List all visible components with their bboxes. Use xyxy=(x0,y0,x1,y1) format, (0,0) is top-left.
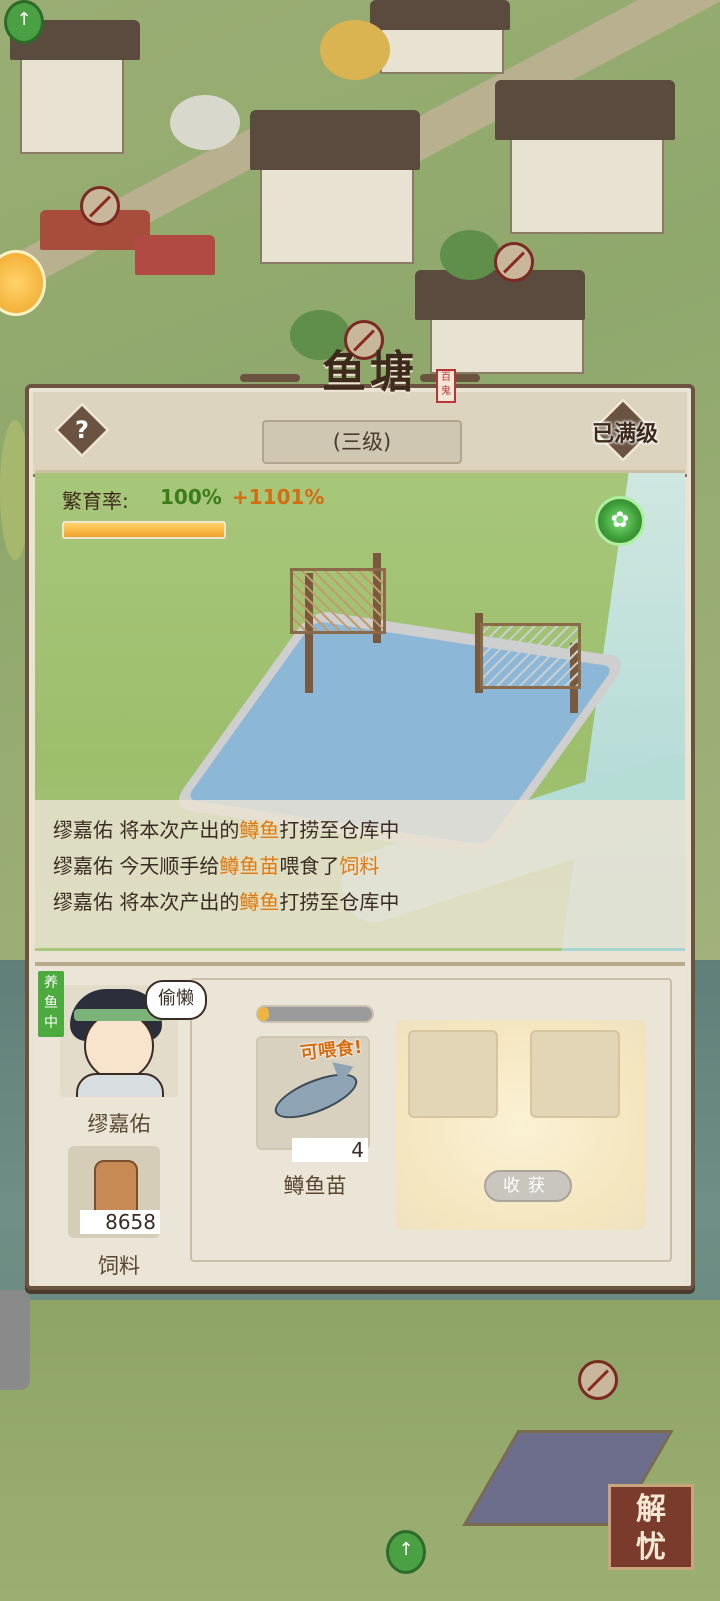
no-entry-icon[interactable] xyxy=(80,186,120,226)
no-entry-icon[interactable] xyxy=(578,1360,618,1400)
feed-label: 饲料 xyxy=(98,1254,140,1278)
upgrade-pin-icon[interactable]: ↑ xyxy=(4,0,44,44)
harvest-slot[interactable] xyxy=(530,1030,620,1118)
log-line: 缪嘉佑 将本次产出的鳟鱼打捞至仓库中 xyxy=(53,818,400,842)
feed-sack-icon xyxy=(94,1160,138,1216)
avatar-shirt xyxy=(76,1073,164,1097)
worker-status-badge: 养鱼中 xyxy=(38,971,64,1037)
tree xyxy=(170,95,240,150)
breeding-rate-value: 100% xyxy=(160,485,222,509)
log-line: 缪嘉佑 将本次产出的鳟鱼打捞至仓库中 xyxy=(53,890,400,914)
market-stall[interactable] xyxy=(135,235,215,275)
tree xyxy=(320,20,390,80)
roof xyxy=(250,110,420,170)
upgrade-pin-icon[interactable]: ↑ xyxy=(386,1530,426,1574)
fry-count: 4 xyxy=(292,1138,368,1162)
max-level-label: 已满级 xyxy=(591,422,658,447)
no-entry-icon[interactable] xyxy=(494,242,534,282)
relief-label-1: 解 xyxy=(636,1492,666,1527)
harvest-slot[interactable] xyxy=(408,1030,498,1118)
relief-label-2: 忧 xyxy=(636,1530,666,1565)
max-level-badge: 已满级 xyxy=(580,397,670,463)
question-icon: ? xyxy=(75,416,89,444)
boost-icon[interactable]: ✿ xyxy=(595,496,645,546)
worker-name: 缪嘉佑 xyxy=(87,1112,151,1136)
harvest-button[interactable]: 收获 xyxy=(484,1170,572,1202)
breeding-rate-label: 繁育率: xyxy=(62,489,129,513)
relief-button[interactable]: 解 忧 xyxy=(608,1484,694,1570)
worker-thought-bubble: 偷懒 xyxy=(145,980,207,1020)
title-swirl-left xyxy=(240,374,300,382)
bridge xyxy=(0,1290,30,1390)
panel-title: 鱼塘 xyxy=(322,347,418,398)
feed-count: 8658 xyxy=(80,1210,160,1234)
fry-progress-fill xyxy=(258,1007,270,1021)
title-seal: 百鬼 xyxy=(436,369,456,403)
breeding-rate-bar xyxy=(62,521,226,539)
drying-net xyxy=(480,623,581,689)
fishing-net xyxy=(290,568,386,634)
fry-label: 鳟鱼苗 xyxy=(283,1174,347,1198)
roof xyxy=(495,80,675,140)
breeding-rate-fill xyxy=(64,523,224,537)
log-line: 缪嘉佑 今天顺手给鳟鱼苗喂食了饲料 xyxy=(53,854,380,878)
event-log: 缪嘉佑 将本次产出的鳟鱼打捞至仓库中 缪嘉佑 今天顺手给鳟鱼苗喂食了饲料 缪嘉佑… xyxy=(35,800,685,948)
tree xyxy=(440,230,500,280)
fry-progress-bar xyxy=(256,1005,374,1023)
roof xyxy=(415,270,585,320)
breeding-rate-bonus: +1101% xyxy=(232,485,325,509)
avatar-face xyxy=(84,1011,154,1081)
roof xyxy=(370,0,510,30)
building-level: (三级) xyxy=(262,420,462,464)
